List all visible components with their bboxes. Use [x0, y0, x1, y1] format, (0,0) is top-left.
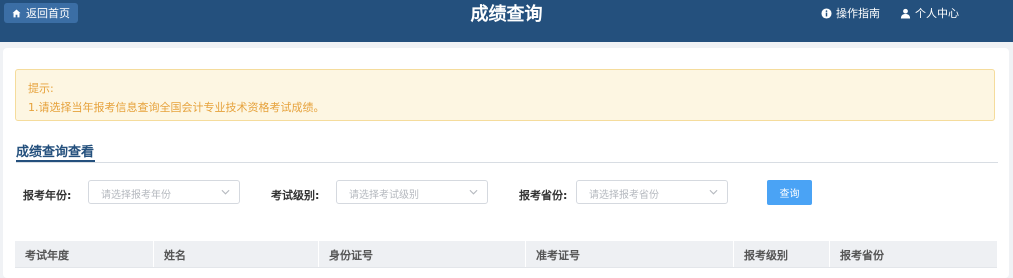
column-header: 考试年度: [25, 249, 69, 262]
notice-box: 提示: 1.请选择当年报考信息查询全国会计专业技术资格考试成绩。: [15, 69, 995, 121]
info-icon: [821, 7, 832, 19]
user-center-label: 个人中心: [915, 7, 959, 20]
notice-title: 提示:: [28, 82, 54, 95]
main-card: 提示: 1.请选择当年报考信息查询全国会计专业技术资格考试成绩。 成绩查询查看 …: [3, 48, 1009, 278]
province-placeholder: 请选择报考省份: [589, 190, 659, 201]
guide-label: 操作指南: [836, 7, 880, 20]
user-center-link[interactable]: 个人中心: [900, 5, 959, 21]
chevron-down-icon: [469, 189, 478, 195]
year-label: 报考年份:: [23, 189, 72, 202]
query-button[interactable]: 查询: [767, 180, 812, 205]
column-header: 身份证号: [329, 249, 373, 262]
notice-text: 1.请选择当年报考信息查询全国会计专业技术资格考试成绩。: [28, 101, 325, 114]
column-header: 准考证号: [536, 249, 580, 262]
column-divider: [318, 241, 319, 267]
province-label: 报考省份:: [519, 189, 568, 202]
chevron-down-icon: [221, 189, 230, 195]
guide-link[interactable]: 操作指南: [821, 5, 880, 21]
level-select[interactable]: 请选择考试级别: [336, 180, 488, 204]
tab-divider: [16, 162, 998, 163]
level-label: 考试级别:: [271, 189, 320, 202]
user-icon: [900, 8, 911, 19]
tab-score-query[interactable]: 成绩查询查看: [16, 141, 94, 160]
year-select[interactable]: 请选择报考年份: [88, 180, 240, 204]
level-placeholder: 请选择考试级别: [349, 190, 419, 201]
column-divider: [153, 241, 154, 267]
column-divider: [525, 241, 526, 267]
top-bar: 返回首页 成绩查询 操作指南 个人中心: [0, 0, 1013, 42]
year-placeholder: 请选择报考年份: [101, 190, 171, 201]
province-select[interactable]: 请选择报考省份: [576, 180, 728, 204]
results-table-header: 考试年度 姓名 身份证号 准考证号 报考级别 报考省份: [15, 241, 997, 268]
chevron-down-icon: [709, 189, 718, 195]
column-header: 姓名: [164, 249, 186, 262]
column-divider: [733, 241, 734, 267]
column-header: 报考级别: [744, 249, 788, 262]
column-divider: [829, 241, 830, 267]
column-header: 报考省份: [840, 249, 884, 262]
